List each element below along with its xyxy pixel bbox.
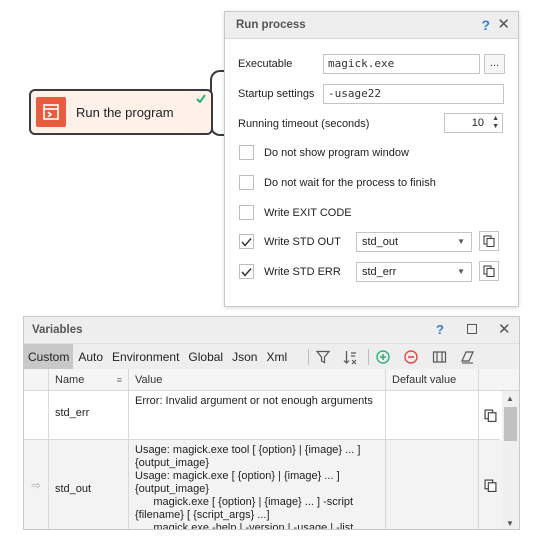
startup-settings-input[interactable]: -usage22 [323, 84, 504, 104]
success-check-icon [196, 94, 206, 106]
run-process-dialog: Run process ? ✕ Executable magick.exe ..… [224, 11, 519, 307]
dialog-title: Run process [236, 19, 306, 31]
tab-json[interactable]: Json [228, 344, 261, 370]
checkbox-std-out[interactable] [239, 234, 254, 249]
toolbar-divider [368, 349, 369, 365]
table-header: Name ≡ Value Default value [24, 369, 519, 391]
variable-name: std_out [48, 440, 128, 529]
column-header-default[interactable]: Default value [385, 369, 478, 391]
checkbox-std-out-label: Write STD OUT [264, 236, 341, 248]
help-icon[interactable]: ? [436, 322, 444, 337]
check-icon [241, 237, 252, 247]
column-name-label: Name [55, 374, 85, 386]
variables-tabs: Custom Auto Environment Global Json Xml [24, 343, 519, 370]
variable-value[interactable]: Error: Invalid argument or not enough ar… [128, 391, 385, 439]
checkbox-hide-window[interactable] [239, 145, 254, 160]
copy-icon [483, 235, 495, 247]
copy-value-button[interactable] [478, 440, 502, 529]
timeout-value: 10 [471, 117, 484, 129]
startup-settings-label: Startup settings [238, 88, 315, 100]
executable-label: Executable [238, 58, 293, 70]
column-header-value[interactable]: Value [128, 369, 385, 391]
variable-default[interactable] [385, 440, 478, 529]
tab-xml[interactable]: Xml [262, 344, 291, 370]
chevron-down-icon: ▼ [457, 237, 465, 246]
sort-icon[interactable] [342, 349, 358, 365]
column-header-name[interactable]: Name ≡ [48, 369, 128, 391]
copy-std-err-button[interactable] [479, 261, 499, 281]
maximize-icon[interactable] [467, 324, 477, 334]
checkbox-hide-window-label: Do not show program window [264, 147, 409, 159]
std-err-variable-select[interactable]: std_err ▼ [356, 262, 472, 282]
copy-std-out-button[interactable] [479, 231, 499, 251]
tab-custom[interactable]: Custom [24, 343, 74, 370]
columns-icon[interactable] [431, 349, 447, 365]
column-header-actions [478, 369, 501, 391]
executable-input[interactable]: magick.exe [323, 54, 480, 74]
dialog-header: Run process ? ✕ [225, 12, 518, 39]
node-label: Run the program [76, 104, 174, 120]
close-icon[interactable]: ✕ [497, 15, 510, 33]
stepper-arrows-icon[interactable]: ▲ ▼ [492, 115, 499, 131]
timeout-label: Running timeout (seconds) [238, 118, 370, 130]
std-out-variable-select[interactable]: std_out ▼ [356, 232, 472, 252]
close-icon[interactable]: ✕ [498, 320, 511, 338]
checkbox-exit-code[interactable] [239, 205, 254, 220]
timeout-stepper[interactable]: 10 ▲ ▼ [444, 113, 503, 133]
checkbox-no-wait[interactable] [239, 175, 254, 190]
variable-value[interactable]: Usage: magick.exe tool [ {option} | {ima… [128, 440, 385, 529]
copy-icon [483, 265, 495, 277]
std-out-variable-value: std_out [362, 236, 399, 248]
filter-icon[interactable] [315, 349, 331, 365]
variable-default[interactable] [385, 391, 478, 439]
copy-value-button[interactable] [478, 391, 502, 439]
add-variable-icon[interactable] [375, 349, 391, 365]
scrollbar-thumb[interactable] [504, 407, 517, 441]
checkbox-std-err-label: Write STD ERR [264, 266, 341, 278]
variables-header: Variables ? ✕ [24, 317, 519, 343]
checkbox-std-err[interactable] [239, 264, 254, 279]
std-err-variable-value: std_err [362, 266, 397, 278]
row-marker-arrow-icon: ⇨ [24, 440, 48, 529]
scroll-down-icon[interactable]: ▼ [506, 519, 514, 528]
help-icon[interactable]: ? [481, 17, 490, 33]
variable-name: std_err [48, 391, 128, 439]
check-icon [241, 267, 252, 277]
tab-environment[interactable]: Environment [108, 344, 183, 370]
variables-panel: Variables ? ✕ Custom Auto Environment Gl… [23, 316, 520, 530]
toolbar-divider [308, 349, 309, 365]
variables-table: std_err Error: Invalid argument or not e… [24, 391, 519, 529]
browse-button[interactable]: ... [484, 54, 505, 74]
copy-icon [484, 408, 497, 422]
checkbox-exit-code-label: Write EXIT CODE [264, 207, 352, 219]
clear-icon[interactable] [459, 349, 475, 365]
column-menu-icon[interactable]: ≡ [117, 369, 122, 391]
tab-global[interactable]: Global [184, 344, 227, 370]
vertical-scrollbar[interactable]: ▲ ▼ [502, 391, 519, 529]
checkbox-no-wait-label: Do not wait for the process to finish [264, 177, 436, 189]
variables-title: Variables [32, 324, 83, 336]
run-program-icon [36, 97, 66, 127]
tab-auto[interactable]: Auto [74, 344, 107, 370]
scroll-up-icon[interactable]: ▲ [506, 394, 514, 403]
action-node-run-program[interactable]: Run the program [29, 89, 213, 135]
copy-icon [484, 479, 497, 492]
chevron-down-icon: ▼ [457, 267, 465, 276]
remove-variable-icon[interactable] [403, 349, 419, 365]
